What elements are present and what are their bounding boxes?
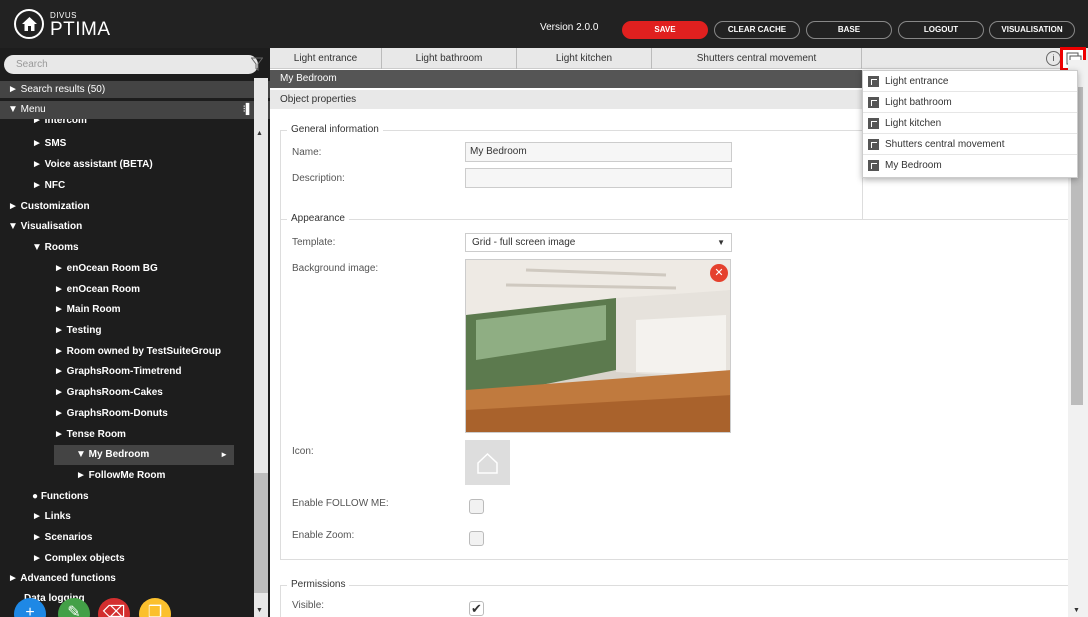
- name-input[interactable]: My Bedroom: [465, 142, 732, 162]
- search-input[interactable]: Search: [4, 55, 258, 74]
- tree-item-room[interactable]: ► enOcean Room BG: [54, 259, 158, 279]
- permissions-section: [280, 585, 1075, 617]
- background-image-label: Background image:: [292, 263, 379, 274]
- tree-item-voice-assistant[interactable]: ► Voice assistant (BETA): [32, 155, 153, 175]
- app-root: DIVUS PTIMA Version 2.0.0 SAVE CLEAR CAC…: [0, 0, 1088, 617]
- tree-item-room[interactable]: ► enOcean Room: [54, 280, 140, 300]
- tree-item-room[interactable]: ► Testing: [54, 321, 102, 341]
- tree-item-intercom[interactable]: ► Intercom: [32, 119, 87, 131]
- template-label: Template:: [292, 237, 336, 248]
- follow-me-label: Enable FOLLOW ME:: [292, 498, 389, 509]
- tab-light-bathroom[interactable]: Light bathroom: [382, 48, 517, 69]
- clear-cache-button[interactable]: CLEAR CACHE: [714, 21, 800, 39]
- tree-item-room[interactable]: ► GraphsRoom-Timetrend: [54, 362, 182, 382]
- expand-right-icon[interactable]: ►: [220, 445, 228, 465]
- save-button[interactable]: SAVE: [622, 21, 708, 39]
- logout-button[interactable]: LOGOUT: [898, 21, 984, 39]
- base-button[interactable]: BASE: [806, 21, 892, 39]
- tree-item-room[interactable]: ► Main Room: [54, 300, 121, 320]
- tree-item-my-bedroom[interactable]: ▼ My Bedroom ►: [54, 445, 234, 465]
- object-icon: [868, 160, 879, 171]
- description-input[interactable]: [465, 168, 732, 188]
- tree-item-scenarios[interactable]: ► Scenarios: [32, 528, 92, 548]
- dropdown-item-label: Light bathroom: [885, 97, 952, 108]
- filter-icon[interactable]: [251, 57, 263, 71]
- name-label: Name:: [292, 147, 322, 158]
- tree-item-nfc[interactable]: ► NFC: [32, 176, 65, 196]
- object-icon: [868, 118, 879, 129]
- template-value: Grid - full screen image: [472, 237, 576, 248]
- enable-zoom-checkbox[interactable]: [469, 531, 484, 546]
- tree-item-room[interactable]: ► Tense Room: [54, 425, 126, 445]
- tab-list-dropdown: Light entrance Light bathroom Light kitc…: [862, 70, 1078, 178]
- search-results-toggle[interactable]: ► Search results (50): [0, 81, 270, 98]
- enable-zoom-label: Enable Zoom:: [292, 530, 355, 541]
- dropdown-item[interactable]: Light kitchen: [863, 113, 1077, 134]
- tree-item-room[interactable]: ► GraphsRoom-Cakes: [54, 383, 163, 403]
- object-icon: [868, 139, 879, 150]
- dropdown-caret-icon: ▼: [717, 238, 725, 247]
- brand-name: PTIMA: [50, 19, 111, 40]
- tree-item-links[interactable]: ► Links: [32, 507, 71, 527]
- icon-picker[interactable]: [465, 440, 510, 485]
- tree-item-customization[interactable]: ► Customization: [8, 197, 90, 217]
- info-icon[interactable]: i: [1046, 51, 1061, 66]
- icon-label: Icon:: [292, 446, 314, 457]
- visible-checkbox[interactable]: ✔: [469, 601, 484, 616]
- dropdown-item-label: Light entrance: [885, 76, 949, 87]
- tab-shutters-central-movement[interactable]: Shutters central movement: [652, 48, 862, 69]
- tree-item-advanced-functions[interactable]: ► Advanced functions: [8, 569, 116, 589]
- sidebar-scroll-thumb[interactable]: [254, 473, 268, 593]
- home-icon: [477, 452, 498, 474]
- dropdown-item[interactable]: My Bedroom: [863, 155, 1077, 176]
- remove-image-icon[interactable]: ✕: [710, 264, 728, 282]
- main-scroll-down-icon[interactable]: ▼: [1073, 607, 1080, 614]
- dropdown-item[interactable]: Light entrance: [863, 71, 1077, 92]
- description-label: Description:: [292, 173, 345, 184]
- tree-item-room[interactable]: ► GraphsRoom-Donuts: [54, 404, 168, 424]
- visualisation-button[interactable]: VISUALISATION: [989, 21, 1075, 39]
- scroll-down-icon[interactable]: ▼: [256, 607, 263, 614]
- tree-item-visualisation[interactable]: ▼ Visualisation: [8, 217, 82, 237]
- tree-item-label: ▼ My Bedroom: [76, 449, 150, 460]
- dropdown-item-label: Light kitchen: [885, 118, 942, 129]
- tab-bar: Light entrance Light bathroom Light kitc…: [270, 47, 1088, 71]
- version-label: Version 2.0.0: [540, 22, 599, 33]
- menu-header-label: ▼ Menu: [8, 104, 46, 115]
- visible-label: Visible:: [292, 600, 325, 611]
- tree-item-sms[interactable]: ► SMS: [32, 134, 66, 154]
- sidebar: Search ► Search results (50) ▼ Menu ⁝▌ ⟳…: [0, 48, 270, 617]
- scroll-up-icon[interactable]: ▲: [256, 130, 263, 137]
- dropdown-item-label: My Bedroom: [885, 160, 942, 171]
- template-select[interactable]: Grid - full screen image ▼: [465, 233, 732, 252]
- tree-item-rooms[interactable]: ▼ Rooms: [32, 238, 79, 258]
- general-information-legend: General information: [287, 124, 383, 135]
- tab-light-kitchen[interactable]: Light kitchen: [517, 48, 652, 69]
- background-image-preview[interactable]: [465, 259, 731, 433]
- tree-item-room[interactable]: ► FollowMe Room: [54, 466, 165, 486]
- dropdown-item[interactable]: Shutters central movement: [863, 134, 1077, 155]
- dropdown-item-label: Shutters central movement: [885, 139, 1005, 150]
- tree-item-complex-objects[interactable]: ► Complex objects: [32, 549, 125, 569]
- home-logo-icon[interactable]: [14, 9, 44, 39]
- dropdown-item[interactable]: Light bathroom: [863, 92, 1077, 113]
- permissions-legend: Permissions: [287, 579, 350, 590]
- object-icon: [868, 76, 879, 87]
- tree-item-functions[interactable]: ● Functions: [32, 487, 89, 507]
- menu-header[interactable]: ▼ Menu ⁝▌ ⟳: [0, 101, 270, 119]
- follow-me-checkbox[interactable]: [469, 499, 484, 514]
- appearance-legend: Appearance: [287, 213, 349, 224]
- tab-light-entrance[interactable]: Light entrance: [270, 48, 382, 69]
- top-bar: DIVUS PTIMA Version 2.0.0 SAVE CLEAR CAC…: [0, 0, 1088, 48]
- tree-item-room[interactable]: ► Room owned by TestSuiteGroup: [54, 342, 221, 362]
- menu-tree: ► Intercom ► SMS ► Voice assistant (BETA…: [0, 119, 255, 617]
- object-icon: [868, 97, 879, 108]
